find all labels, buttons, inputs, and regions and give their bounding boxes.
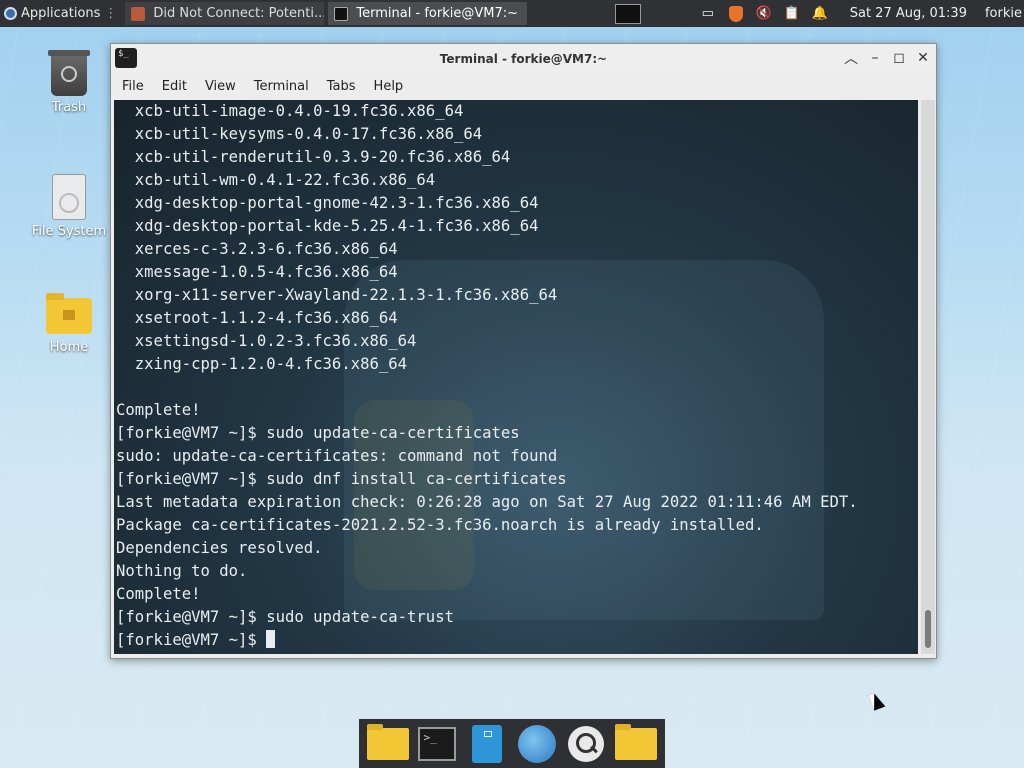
trash-icon: [48, 50, 90, 96]
clipboard-icon[interactable]: 📋: [784, 6, 800, 22]
taskbar-item-label: Did Not Connect: Potenti...: [153, 6, 325, 21]
volume-muted-icon[interactable]: 🔇: [756, 6, 772, 22]
home-folder-icon: [46, 293, 92, 334]
terminal-prompt-line: [forkie@VM7 ~]$: [116, 629, 918, 652]
applications-logo-icon: [4, 7, 17, 20]
taskbar-item-label: Terminal - forkie@VM7:~: [356, 6, 518, 21]
terminal-scrollbar[interactable]: [921, 100, 935, 654]
terminal-line: [forkie@VM7 ~]$ sudo update-ca-trust: [116, 608, 454, 626]
terminal-icon: [334, 6, 349, 21]
top-panel: Applications ⋮ Did Not Connect: Potenti.…: [0, 0, 1024, 27]
terminal-line: xmessage-1.0.5-4.fc36.x86_64: [116, 263, 398, 281]
system-tray: ▭ 🔇 📋 🔔 Sat 27 Aug, 01:39 forkie: [700, 0, 1024, 27]
window-title: Terminal - forkie@VM7:~: [439, 51, 608, 66]
minimize-button-icon[interactable]: –: [866, 49, 884, 67]
terminal-output[interactable]: xcb-util-image-0.4.0-19.fc36.x86_64 xcb-…: [114, 100, 918, 654]
notification-bell-icon[interactable]: 🔔: [812, 6, 828, 22]
desktop-icon-trash[interactable]: Trash: [24, 50, 114, 115]
terminal-line: Complete!: [116, 585, 201, 603]
menu-tabs[interactable]: Tabs: [318, 79, 365, 94]
dock-item-search[interactable]: [565, 724, 607, 764]
dock-item-folder[interactable]: [615, 723, 658, 764]
shield-icon[interactable]: [728, 5, 744, 22]
maximize-button-icon[interactable]: ◻: [890, 49, 908, 67]
close-button-icon[interactable]: ✕: [914, 49, 932, 67]
applications-menu-button[interactable]: Applications ⋮: [0, 0, 121, 27]
taskbar-item-terminal[interactable]: Terminal - forkie@VM7:~: [328, 2, 528, 25]
terminal-line: Last metadata expiration check: 0:26:28 …: [116, 493, 858, 511]
terminal-line: Dependencies resolved.: [116, 539, 323, 557]
taskbar-item-browser[interactable]: Did Not Connect: Potenti...: [125, 2, 325, 25]
desktop-icon-label: Trash: [51, 100, 87, 115]
dock-item-terminal[interactable]: >_: [416, 724, 458, 764]
user-menu[interactable]: forkie: [985, 6, 1022, 21]
menu-bar: File Edit View Terminal Tabs Help: [111, 73, 936, 100]
menu-edit[interactable]: Edit: [153, 79, 196, 94]
terminal-line: xorg-x11-server-Xwayland-22.1.3-1.fc36.x…: [116, 286, 558, 304]
terminal-text: xcb-util-image-0.4.0-19.fc36.x86_64 xcb-…: [116, 100, 918, 652]
dock-item-web-browser[interactable]: [516, 724, 558, 764]
menu-view[interactable]: View: [196, 79, 245, 94]
dock-item-files[interactable]: [366, 723, 409, 764]
desktop-icon-label: Home: [49, 340, 89, 355]
applications-label: Applications: [21, 6, 101, 21]
terminal-line: Complete!: [116, 401, 201, 419]
terminal-line: [forkie@VM7 ~]$ sudo update-ca-certifica…: [116, 424, 520, 442]
window-titlebar[interactable]: $_ Terminal - forkie@VM7:~ ︿ – ◻ ✕: [111, 44, 936, 73]
terminal-line: sudo: update-ca-certificates: command no…: [116, 447, 558, 465]
terminal-icon: >_: [418, 726, 457, 761]
terminal-line: [forkie@VM7 ~]$ sudo dnf install ca-cert…: [116, 470, 567, 488]
menu-icon: ⋮: [104, 6, 118, 21]
terminal-line: xcb-util-keysyms-0.4.0-17.fc36.x86_64: [116, 125, 483, 143]
scrollbar-thumb[interactable]: [925, 610, 931, 648]
terminal-window: $_ Terminal - forkie@VM7:~ ︿ – ◻ ✕ File …: [110, 43, 937, 659]
browser-icon: [131, 6, 146, 21]
search-icon: [568, 725, 605, 762]
menu-file[interactable]: File: [113, 79, 153, 94]
clock[interactable]: Sat 27 Aug, 01:39: [850, 6, 967, 21]
terminal-line: Package ca-certificates-2021.2.52-3.fc36…: [116, 516, 764, 534]
desktop-icon-filesystem[interactable]: File System: [24, 174, 114, 239]
web-browser-icon: [517, 724, 556, 763]
shade-button-icon[interactable]: ︿: [842, 49, 860, 67]
desktop-icon-label: File System: [31, 224, 107, 239]
terminal-prompt: [forkie@VM7 ~]$: [116, 631, 267, 649]
display-icon[interactable]: ▭: [700, 6, 716, 22]
terminal-line: xsettingsd-1.0.2-3.fc36.x86_64: [116, 332, 417, 350]
drive-icon: [52, 174, 86, 220]
terminal-line: xdg-desktop-portal-gnome-42.3-1.fc36.x86…: [116, 194, 539, 212]
terminal-line: Nothing to do.: [116, 562, 248, 580]
workspace-switcher[interactable]: [615, 3, 642, 24]
terminal-line: xdg-desktop-portal-kde-5.25.4-1.fc36.x86…: [116, 217, 539, 235]
menu-terminal[interactable]: Terminal: [245, 79, 318, 94]
terminal-cursor: [266, 630, 276, 648]
dock-item-file-manager[interactable]: [466, 724, 508, 764]
terminal-line: xerces-c-3.2.3-6.fc36.x86_64: [116, 240, 398, 258]
terminal-line: zxing-cpp-1.2.0-4.fc36.x86_64: [116, 355, 408, 373]
terminal-line: xcb-util-wm-0.4.1-22.fc36.x86_64: [116, 171, 436, 189]
dock: >_: [359, 719, 665, 768]
folder-icon: [366, 723, 409, 760]
folder-icon: [615, 723, 658, 760]
menu-help[interactable]: Help: [365, 79, 413, 94]
terminal-line: xcb-util-image-0.4.0-19.fc36.x86_64: [116, 102, 464, 120]
terminal-line: xcb-util-renderutil-0.3.9-20.fc36.x86_64: [116, 148, 511, 166]
terminal-app-icon[interactable]: $_: [115, 48, 137, 68]
file-manager-icon: [472, 724, 503, 763]
terminal-line: xsetroot-1.1.2-4.fc36.x86_64: [116, 309, 398, 327]
desktop-icon-home[interactable]: Home: [24, 293, 114, 355]
